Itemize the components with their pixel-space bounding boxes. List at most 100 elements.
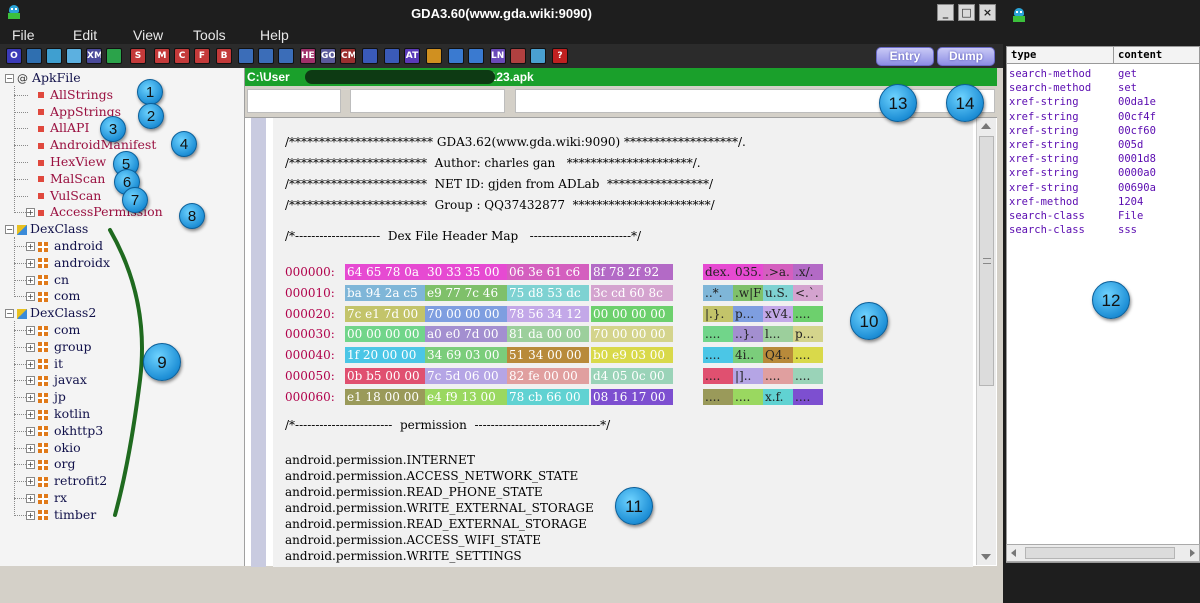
hex-bytes[interactable]: 51 34 00 00 [507, 347, 589, 364]
tree-dex1-android[interactable]: + android [26, 238, 103, 254]
expand-icon[interactable]: + [26, 460, 35, 470]
toolbar-button-2[interactable] [26, 48, 42, 64]
expand-icon[interactable]: + [26, 376, 35, 386]
menu-edit[interactable]: Edit [73, 27, 97, 43]
toolbar-button-14[interactable] [278, 48, 294, 64]
hex-bytes[interactable]: 7c 5d 06 00 [425, 368, 507, 384]
hex-bytes[interactable]: 30 33 35 00 [425, 264, 507, 280]
hex-bytes[interactable]: 75 d8 53 dc [507, 284, 589, 301]
tree-item-vulscan[interactable]: VulScan [26, 188, 101, 204]
result-row[interactable]: search-class File [1007, 209, 1199, 223]
expand-icon[interactable]: + [26, 477, 35, 487]
tree-dex2-timber[interactable]: + timber [26, 507, 96, 523]
hex-bytes[interactable]: 08 16 17 00 [591, 388, 673, 405]
toolbar-button-16[interactable]: GO [320, 48, 336, 64]
hex-bytes[interactable]: 78 56 34 12 [507, 305, 589, 322]
hex-bytes[interactable]: 1f 20 00 00 [345, 347, 427, 364]
hex-bytes[interactable]: ba 94 2a c5 [345, 284, 427, 301]
toolbar-button-20[interactable]: AT [404, 48, 420, 64]
tree-item-hexview[interactable]: HexView [26, 154, 106, 170]
hex-bytes[interactable]: 78 cb 66 00 [507, 388, 589, 405]
expand-icon[interactable]: + [26, 292, 35, 302]
result-row[interactable]: search-class sss [1007, 223, 1199, 237]
tree-dex2-okio[interactable]: + okio [26, 440, 81, 456]
toolbar-button-4[interactable] [66, 48, 82, 64]
column-header-content[interactable]: content [1114, 47, 1199, 64]
result-row[interactable]: xref-string 0000a0 [1007, 166, 1199, 180]
input-field-1[interactable] [247, 89, 341, 113]
collapse-icon[interactable]: − [5, 225, 14, 235]
result-row[interactable]: xref-method 1204 [1007, 195, 1199, 209]
hex-bytes[interactable]: 0b b5 00 00 [345, 368, 427, 384]
tree-dex2-javax[interactable]: + javax [26, 372, 87, 388]
hex-bytes[interactable]: 70 00 00 00 [591, 326, 673, 343]
tree-dex2-retrofit2[interactable]: + retrofit2 [26, 473, 107, 489]
menu-help[interactable]: Help [260, 27, 289, 43]
hex-bytes[interactable]: b0 e9 03 00 [591, 347, 673, 364]
toolbar-button-5[interactable]: XML [86, 48, 102, 64]
expand-icon[interactable]: + [26, 258, 35, 268]
hex-bytes[interactable]: e1 18 00 00 [345, 388, 427, 405]
toolbar-button-3[interactable] [46, 48, 62, 64]
result-row[interactable]: xref-string 00da1e [1007, 95, 1199, 109]
tree-item-allstrings[interactable]: AllStrings [26, 87, 113, 103]
close-icon[interactable]: × [979, 4, 996, 21]
tree-dex2-it[interactable]: + it [26, 356, 63, 372]
toolbar-button-19[interactable] [384, 48, 400, 64]
toolbar-button-7[interactable]: S [130, 48, 146, 64]
toolbar-button-6[interactable] [106, 48, 122, 64]
tree-item-androidmanifest[interactable]: AndroidManifest [26, 137, 156, 153]
tree-apkfile[interactable]: − @ ApkFile [5, 70, 81, 86]
dump-button[interactable]: Dump [937, 47, 995, 66]
toolbar-button-9[interactable]: C [174, 48, 190, 64]
tree-dex2-okhttp3[interactable]: + okhttp3 [26, 423, 103, 439]
hex-bytes[interactable]: 82 fe 00 00 [507, 368, 589, 384]
toolbar-button-27[interactable]: ? [552, 48, 568, 64]
tree-dex2-group[interactable]: + group [26, 339, 92, 355]
hex-bytes[interactable]: e4 f9 13 00 [425, 388, 507, 405]
hex-bytes[interactable]: 06 3e 61 c6 [507, 264, 589, 280]
expand-icon[interactable]: + [26, 242, 35, 251]
toolbar-button-17[interactable]: CMD [340, 48, 356, 64]
result-row[interactable]: xref-string 0001d8 [1007, 152, 1199, 166]
toolbar-button-23[interactable] [468, 48, 484, 64]
hex-bytes[interactable]: 7c e1 7d 00 [345, 305, 427, 322]
scroll-right-icon[interactable] [1190, 549, 1195, 557]
expand-icon[interactable]: + [26, 326, 35, 335]
toolbar-button-24[interactable]: LNK [490, 48, 506, 64]
toolbar-button-15[interactable]: HEX [300, 48, 316, 64]
tree-dex2-org[interactable]: + org [26, 456, 76, 472]
expand-icon[interactable]: + [26, 443, 35, 453]
expand-icon[interactable]: + [26, 510, 35, 520]
hex-bytes[interactable]: 81 da 00 00 [507, 326, 589, 343]
tree-dex2-jp[interactable]: + jp [26, 389, 66, 405]
hex-bytes[interactable]: 00 00 00 00 [591, 305, 673, 322]
expand-icon[interactable]: + [26, 275, 35, 285]
menu-view[interactable]: View [133, 27, 163, 43]
hex-bytes[interactable]: 3c cd 60 8c [591, 284, 673, 301]
result-row[interactable]: search-method set [1007, 81, 1199, 95]
input-field-2[interactable] [350, 89, 505, 113]
result-row[interactable]: search-method get [1007, 67, 1199, 81]
toolbar-button-8[interactable]: M [154, 48, 170, 64]
tree-item-malscan[interactable]: MalScan [26, 171, 105, 187]
result-row[interactable]: xref-string 00cf60 [1007, 124, 1199, 138]
menu-tools[interactable]: Tools [193, 27, 226, 43]
entry-button[interactable]: Entry [876, 47, 934, 66]
collapse-icon[interactable]: − [5, 74, 14, 83]
toolbar-button-18[interactable] [362, 48, 378, 64]
input-field-3[interactable] [515, 89, 995, 113]
result-row[interactable]: xref-string 005d [1007, 138, 1199, 152]
scroll-up-icon[interactable] [981, 123, 991, 129]
result-row[interactable]: xref-string 00690a [1007, 181, 1199, 195]
toolbar-button-21[interactable] [426, 48, 442, 64]
hex-bytes[interactable]: 34 69 03 00 [425, 347, 507, 364]
tree-dex1-cn[interactable]: + cn [26, 272, 69, 288]
tree-dex1-androidx[interactable]: + androidx [26, 255, 110, 271]
scroll-down-icon[interactable] [981, 554, 991, 560]
toolbar-button-1[interactable]: O [6, 48, 22, 64]
tree-dexclass2[interactable]: − DexClass2 [5, 305, 96, 321]
tree-dexclass[interactable]: − DexClass [5, 221, 88, 237]
minimize-icon[interactable]: _ [937, 4, 954, 21]
tree-dex1-com[interactable]: + com [26, 288, 80, 304]
